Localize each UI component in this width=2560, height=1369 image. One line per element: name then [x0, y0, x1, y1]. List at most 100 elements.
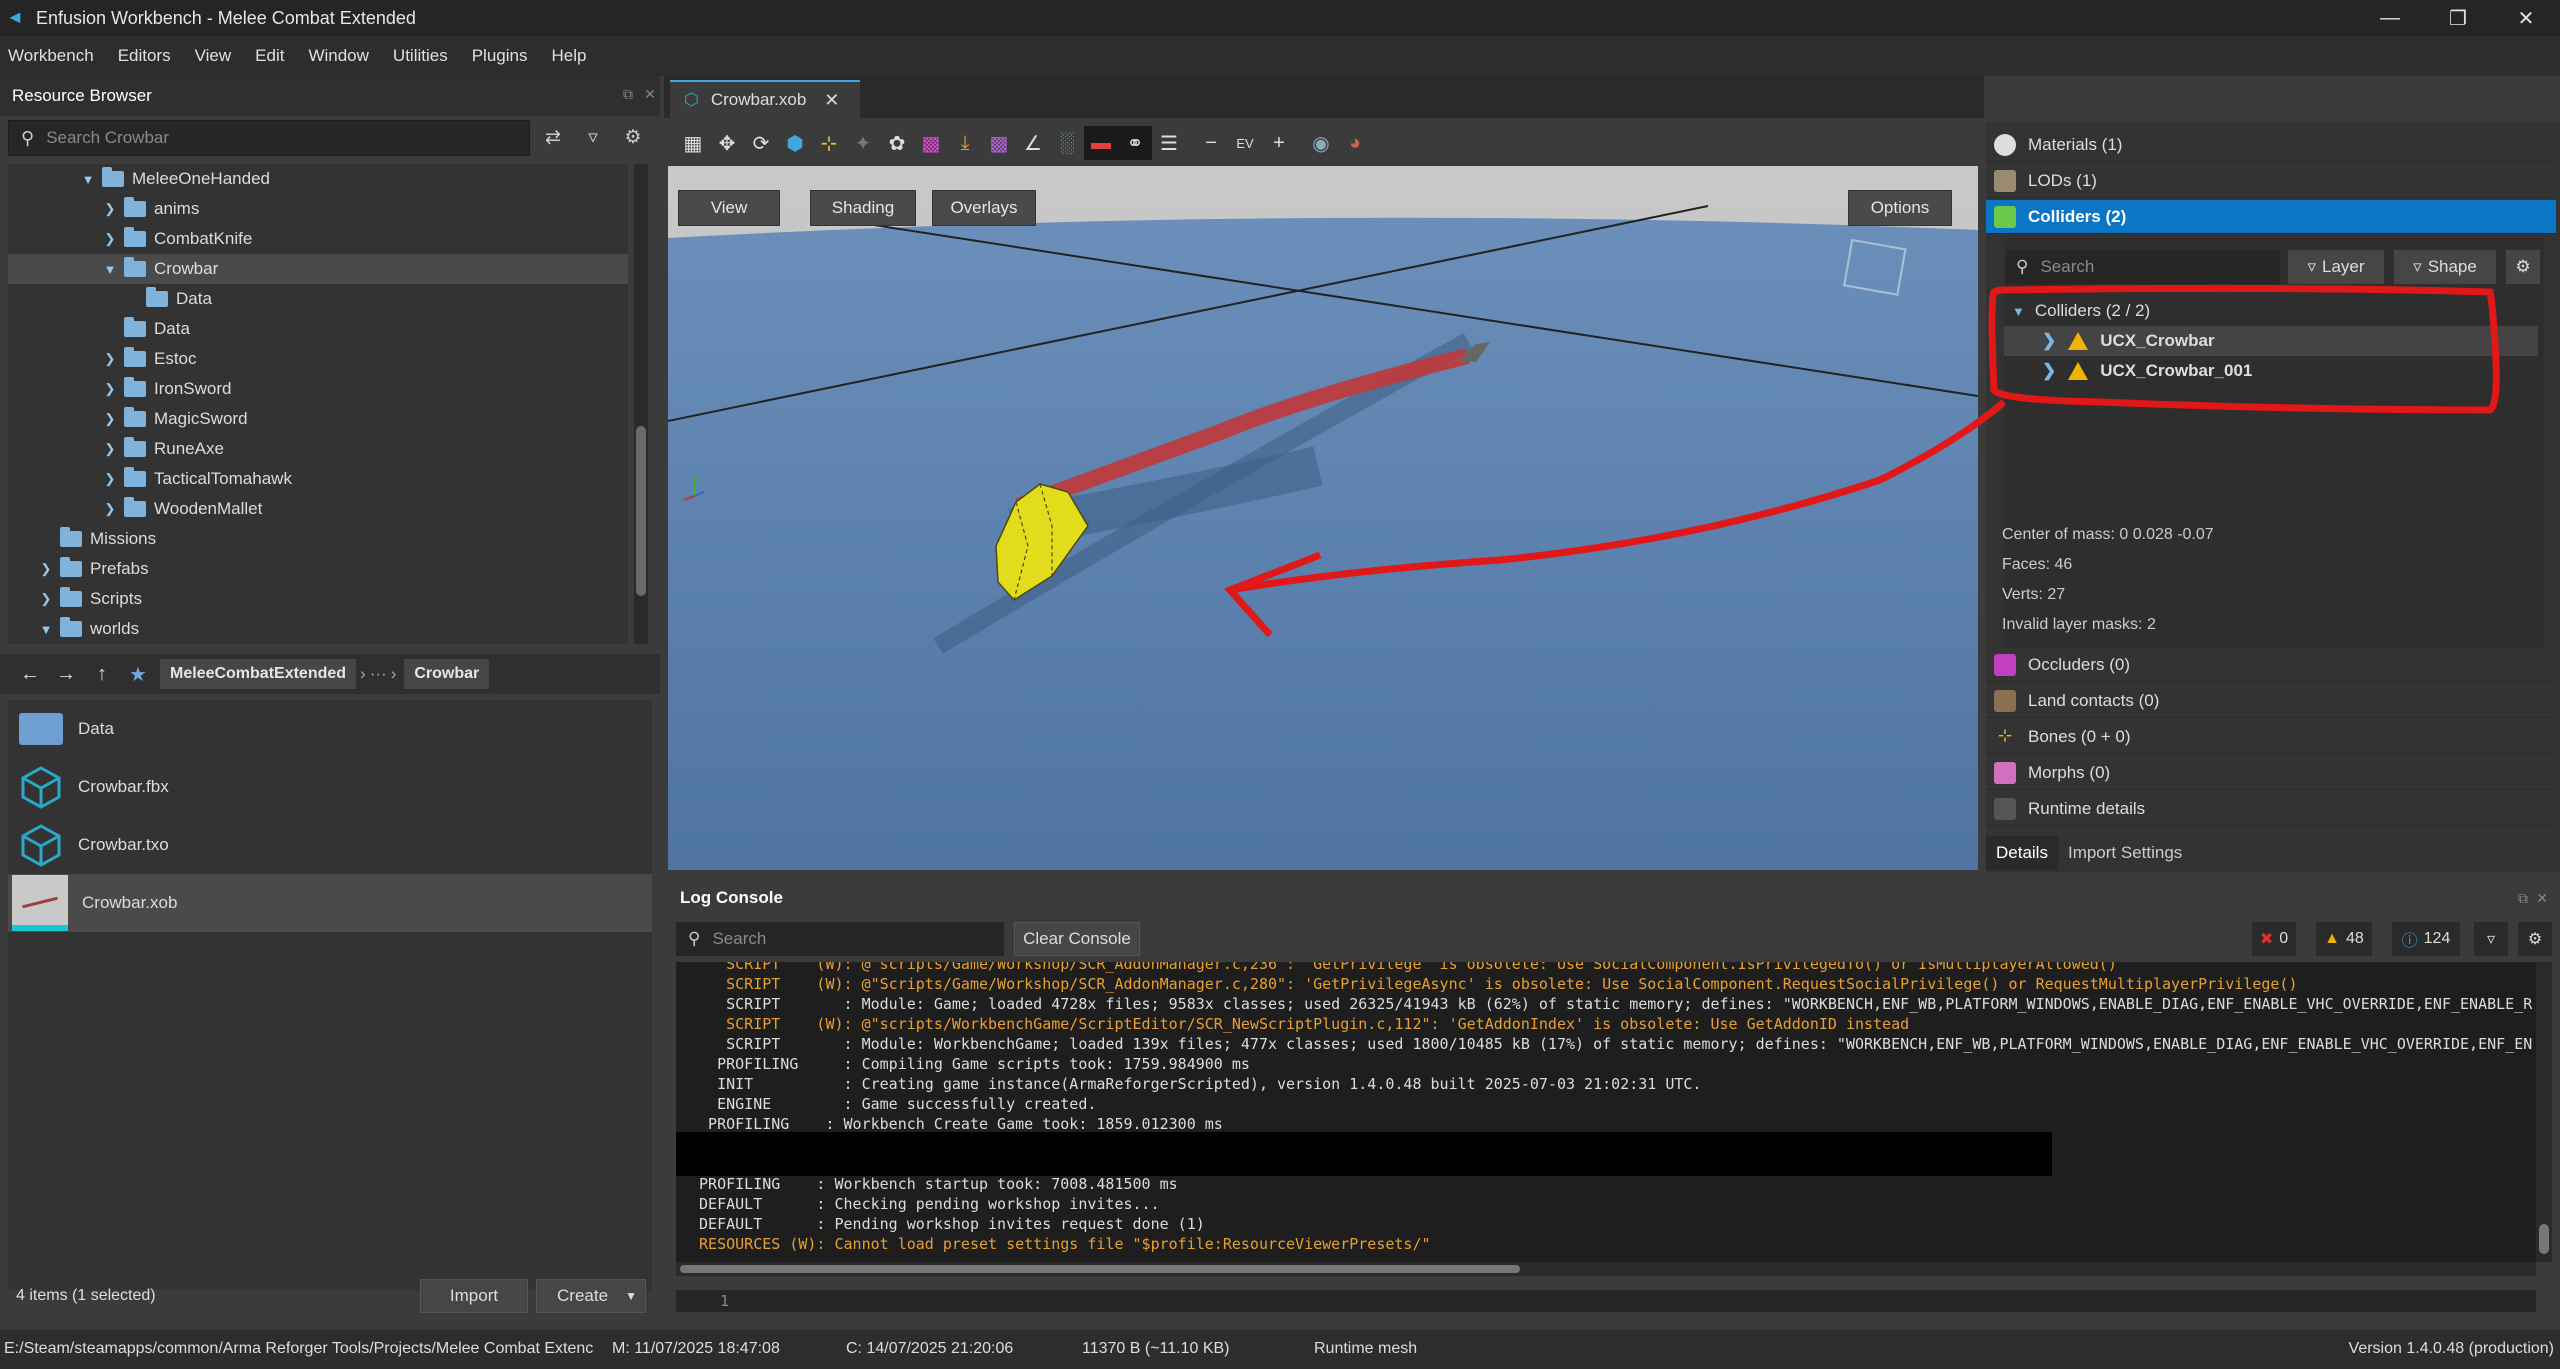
menu-view[interactable]: View — [195, 46, 232, 66]
tree-item[interactable]: ❯ WoodenMallet — [8, 494, 628, 524]
close-panel-icon[interactable]: ✕ — [640, 86, 660, 106]
tree-item[interactable]: ❯ MagicSword — [8, 404, 628, 434]
float-panel-icon[interactable]: ⧉ — [618, 86, 638, 106]
color-wheel-icon[interactable]: ◕ — [1338, 126, 1372, 160]
create-button[interactable]: Create ▼ — [536, 1279, 646, 1313]
chevron-right-icon[interactable]: ❯ — [102, 231, 118, 247]
mouse-icon[interactable]: ⚭ — [1118, 126, 1152, 160]
tree-item[interactable]: Data — [8, 284, 628, 314]
chevron-right-icon[interactable]: ❯ — [38, 591, 54, 607]
menu-help[interactable]: Help — [551, 46, 586, 66]
tree-item[interactable]: ❯ anims — [8, 194, 628, 224]
warning-filter[interactable]: ▲ 48 — [2316, 922, 2372, 956]
section-colliders[interactable]: Colliders (2) — [1986, 200, 2556, 234]
list-item[interactable]: Crowbar.txo — [8, 816, 652, 874]
close-button[interactable]: ✕ — [2492, 0, 2560, 36]
section-runtime-details[interactable]: Runtime details — [1986, 792, 2556, 826]
back-arrow-icon[interactable]: ← — [12, 657, 48, 691]
info-filter[interactable]: ⓘ 124 — [2392, 922, 2460, 956]
zoom-in-icon[interactable]: + — [1262, 126, 1296, 160]
section-land-contacts[interactable]: Land contacts (0) — [1986, 684, 2556, 718]
tree-item[interactable]: Missions — [8, 524, 628, 554]
layer-filter-dropdown[interactable]: ▿ Layer — [2288, 250, 2384, 284]
sync-icon[interactable]: ⇄ — [536, 120, 570, 154]
3d-viewport[interactable]: View Shading Overlays Options — [668, 166, 1978, 870]
tree-item[interactable]: ❯ RuneAxe — [8, 434, 628, 464]
clear-console-button[interactable]: Clear Console — [1014, 922, 1140, 956]
tree-item-selected[interactable]: ▼ Crowbar — [8, 254, 628, 284]
chevron-down-icon[interactable]: ▼ — [80, 172, 96, 187]
menu-plugins[interactable]: Plugins — [472, 46, 528, 66]
menu-window[interactable]: Window — [308, 46, 368, 66]
star-icon[interactable]: ★ — [120, 657, 156, 691]
chevron-right-icon[interactable]: ❯ — [102, 201, 118, 217]
log-search-input[interactable]: ⚲ Search — [676, 922, 1004, 956]
tab-crowbar-xob[interactable]: ⬡ Crowbar.xob ✕ — [670, 80, 860, 118]
float-panel-icon[interactable]: ⧉ — [2518, 890, 2528, 907]
breadcrumb-ellipsis[interactable]: ··· — [370, 664, 387, 684]
chevron-down-icon[interactable]: ▼ — [2012, 304, 2025, 319]
section-lods[interactable]: LODs (1) — [1986, 164, 2556, 198]
section-occluders[interactable]: Occluders (0) — [1986, 648, 2556, 682]
shape-filter-dropdown[interactable]: ▿ Shape — [2394, 250, 2496, 284]
chevron-right-icon[interactable]: ❯ — [102, 501, 118, 517]
console-input[interactable]: 1 — [676, 1290, 2536, 1312]
camera-icon[interactable]: ◉ — [1304, 126, 1338, 160]
chevron-right-icon[interactable]: ❯ — [102, 351, 118, 367]
collider-item[interactable]: ❯ UCX_Crowbar_001 — [2004, 356, 2538, 386]
breadcrumb-item[interactable]: Crowbar — [404, 659, 490, 689]
chevron-right-icon[interactable]: ❯ — [38, 561, 54, 577]
shading-button[interactable]: Shading — [810, 190, 916, 226]
chevron-down-icon[interactable]: ▼ — [102, 262, 118, 277]
tab-import-settings[interactable]: Import Settings — [2058, 836, 2192, 870]
forward-arrow-icon[interactable]: → — [48, 657, 84, 691]
minimize-button[interactable]: — — [2356, 0, 2424, 36]
chevron-right-icon[interactable]: ❯ — [2042, 361, 2056, 381]
tree-item[interactable]: ❯ Scripts — [8, 584, 628, 614]
import-button[interactable]: Import — [420, 1279, 528, 1313]
chevron-right-icon[interactable]: ❯ — [102, 441, 118, 457]
log-scrollbar[interactable] — [2536, 962, 2552, 1262]
tree-item[interactable]: ❯ Estoc — [8, 344, 628, 374]
section-materials[interactable]: Materials (1) — [1986, 128, 2556, 162]
log-output[interactable]: SCRIPT (W): @"scripts/Game/Workshop/SCR_… — [676, 962, 2536, 1262]
chevron-right-icon[interactable]: ❯ — [102, 381, 118, 397]
maximize-button[interactable]: ❐ — [2424, 0, 2492, 36]
ev-icon[interactable]: EV — [1228, 126, 1262, 160]
list-icon[interactable]: ☰ — [1152, 126, 1186, 160]
tree-item[interactable]: Data — [8, 314, 628, 344]
skeleton-icon[interactable]: ✦ — [846, 126, 880, 160]
list-item[interactable]: Crowbar.fbx — [8, 758, 652, 816]
gear-icon[interactable]: ⚙ — [2518, 922, 2552, 956]
tree-item[interactable]: ▼ MeleeOneHanded — [8, 164, 628, 194]
menu-editors[interactable]: Editors — [118, 46, 171, 66]
chevron-right-icon[interactable]: ❯ — [102, 471, 118, 487]
uv-icon[interactable]: ▩ — [982, 126, 1016, 160]
colliders-group[interactable]: ▼ Colliders (2 / 2) — [2012, 296, 2150, 326]
normals-icon[interactable]: ⤓ — [948, 126, 982, 160]
tab-details[interactable]: Details — [1986, 836, 2058, 870]
close-tab-icon[interactable]: ✕ — [824, 90, 839, 111]
lighting-icon[interactable]: ▬ — [1084, 126, 1118, 160]
chevron-right-icon[interactable]: ❯ — [2042, 331, 2056, 351]
gear-icon[interactable]: ⚙ — [2506, 250, 2540, 284]
bone-icon[interactable]: ⊹ — [812, 126, 846, 160]
scrollbar-thumb[interactable] — [2539, 1224, 2549, 1254]
tree-item[interactable]: ▼ worlds — [8, 614, 628, 644]
scrollbar-thumb[interactable] — [636, 426, 646, 596]
tree-item[interactable]: ❯ IronSword — [8, 374, 628, 404]
chevron-down-icon[interactable]: ▼ — [38, 622, 54, 637]
tree-item[interactable]: ❯ TacticalTomahawk — [8, 464, 628, 494]
menu-edit[interactable]: Edit — [255, 46, 284, 66]
close-panel-icon[interactable]: ✕ — [2536, 890, 2548, 907]
view-button[interactable]: View — [678, 190, 780, 226]
chevron-right-icon[interactable]: ❯ — [102, 411, 118, 427]
menu-utilities[interactable]: Utilities — [393, 46, 448, 66]
overlays-button[interactable]: Overlays — [932, 190, 1036, 226]
gear-icon[interactable]: ⚙ — [616, 120, 650, 154]
cube-view-icon[interactable]: ⬢ — [778, 126, 812, 160]
collider-search-input[interactable]: ⚲ Search — [2006, 250, 2280, 284]
color-bars-icon[interactable]: ░ — [1050, 126, 1084, 160]
breadcrumb-item[interactable]: MeleeCombatExtended — [160, 659, 357, 689]
zoom-out-icon[interactable]: − — [1194, 126, 1228, 160]
